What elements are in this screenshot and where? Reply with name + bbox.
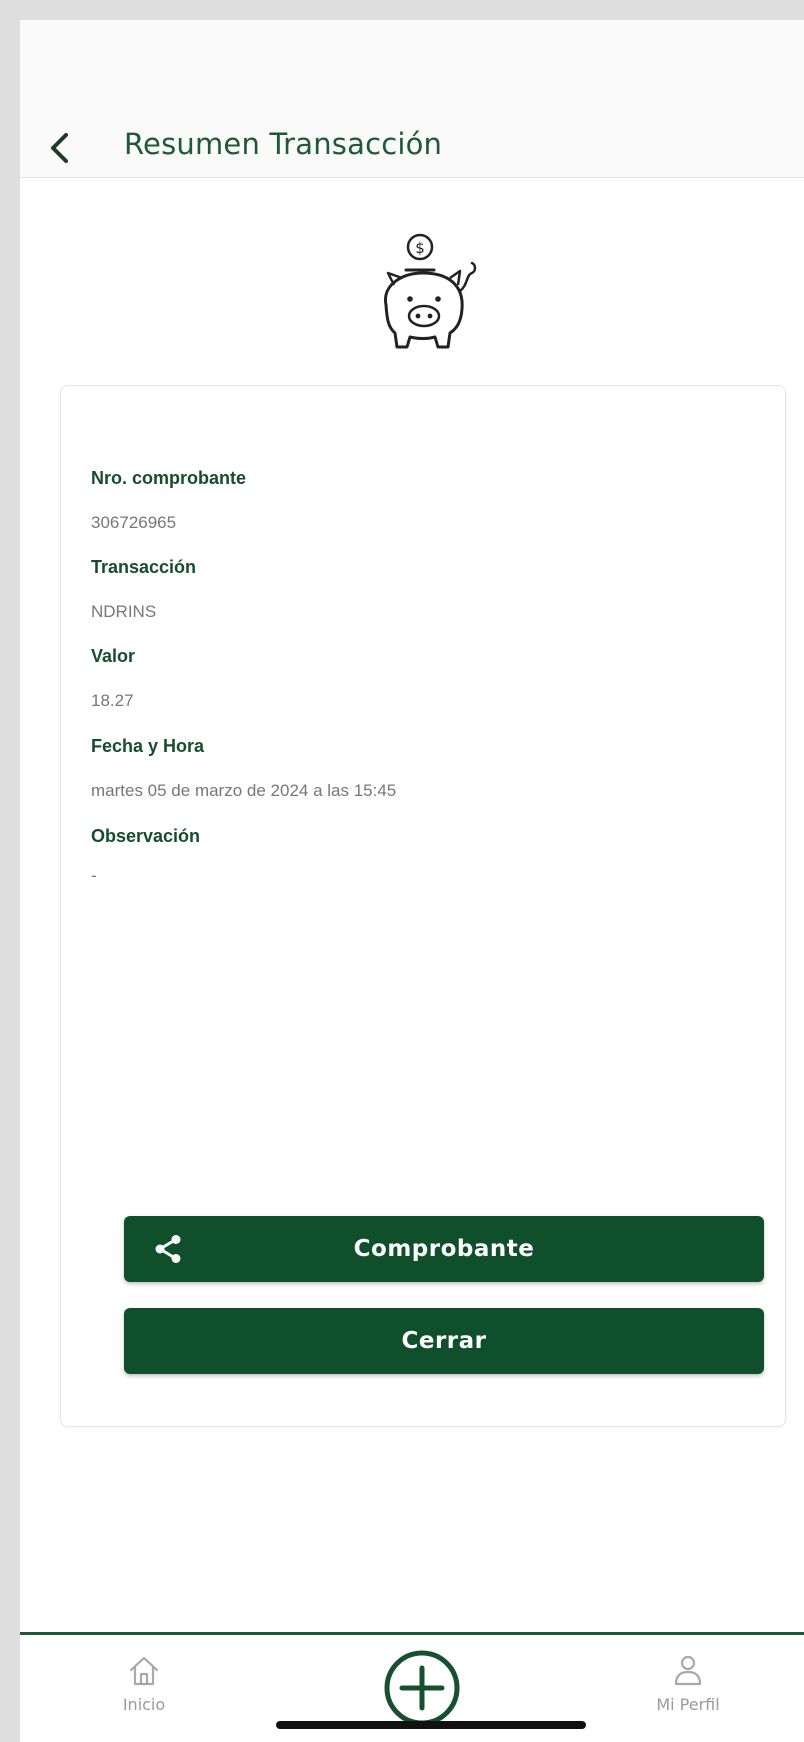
user-icon — [674, 1655, 702, 1686]
receipt-number-value: 306726965 — [91, 513, 177, 532]
date-time-label: Fecha y Hora — [91, 736, 205, 756]
piggy-bank-coin-icon: $ — [384, 233, 477, 349]
observation-label: Observación — [91, 826, 201, 846]
top-app-bar: Resumen Transacción — [20, 20, 804, 178]
nav-profile-label: Mi Perfil — [656, 1695, 720, 1714]
back-button[interactable] — [42, 130, 78, 166]
svg-text:$: $ — [415, 239, 425, 257]
nav-home-label: Inicio — [122, 1695, 166, 1714]
receipt-button-label: Comprobante — [353, 1236, 535, 1262]
observation-value: - — [91, 866, 97, 885]
amount-label: Valor — [91, 646, 136, 666]
close-button[interactable]: Cerrar — [124, 1308, 764, 1374]
page-title: Resumen Transacción — [124, 127, 443, 161]
receipt-share-button[interactable]: Comprobante — [124, 1216, 764, 1282]
transaction-value: NDRINS — [91, 602, 157, 621]
close-button-label: Cerrar — [401, 1328, 487, 1354]
date-time-value: martes 05 de marzo de 2024 a las 15:45 — [91, 781, 397, 800]
transaction-summary-card: Nro. comprobante 306726965 Transacción N… — [60, 385, 786, 1427]
app-screen: Resumen Transacción $ Nro. comprobante 3… — [20, 20, 804, 1742]
home-indicator — [276, 1721, 586, 1729]
chevron-left-icon — [51, 133, 68, 163]
receipt-number-label: Nro. comprobante — [91, 468, 247, 488]
transaction-label: Transacción — [91, 557, 197, 577]
home-icon — [129, 1656, 159, 1686]
add-button[interactable] — [382, 1648, 462, 1728]
amount-value: 18.27 — [91, 691, 134, 710]
plus-circle-icon — [384, 1650, 460, 1726]
nav-home[interactable]: Inicio — [84, 1653, 204, 1723]
nav-profile[interactable]: Mi Perfil — [628, 1653, 748, 1723]
